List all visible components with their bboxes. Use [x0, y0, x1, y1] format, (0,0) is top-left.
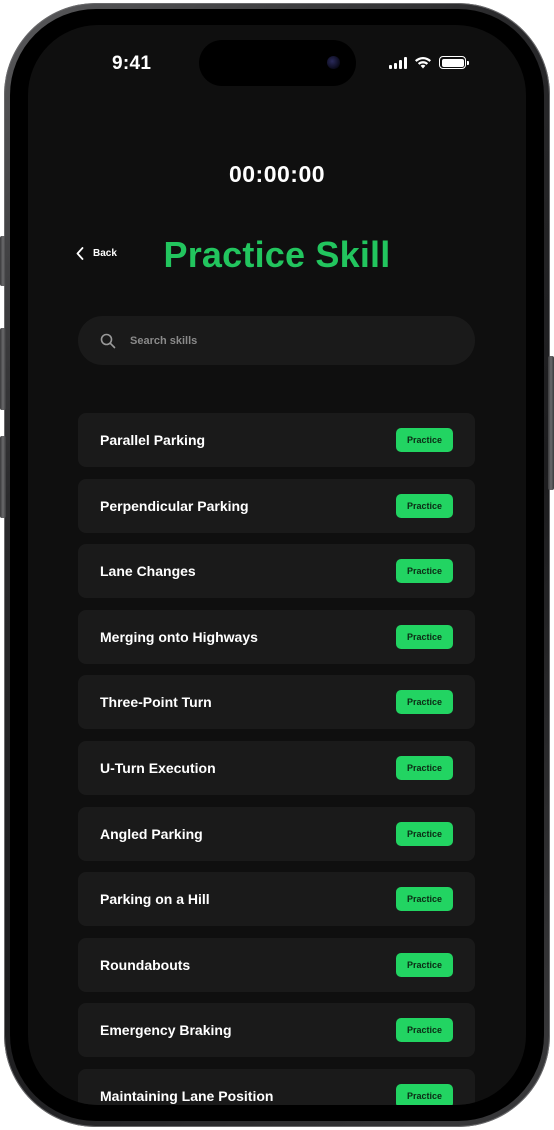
- skill-item: Lane Changes Practice: [78, 544, 475, 599]
- search-bar[interactable]: [78, 316, 475, 365]
- search-icon: [100, 333, 116, 348]
- action-button: [0, 236, 6, 286]
- volume-up-button: [0, 328, 6, 410]
- practice-button[interactable]: Practice: [396, 690, 453, 715]
- practice-button[interactable]: Practice: [396, 624, 453, 649]
- battery-icon: [439, 56, 469, 69]
- practice-button[interactable]: Practice: [396, 428, 453, 452]
- volume-down-button: [0, 436, 6, 518]
- skill-name: Emergency Braking: [100, 1022, 232, 1039]
- practice-button[interactable]: Practice: [396, 755, 453, 780]
- skill-name: Roundabouts: [100, 956, 191, 973]
- skill-item: Roundabouts Practice: [78, 937, 475, 992]
- skill-item: Perpendicular Parking Practice: [78, 478, 475, 533]
- wifi-icon: [415, 57, 431, 69]
- skill-name: Maintaining Lane Position: [100, 1087, 274, 1104]
- session-timer: 00:00:00: [228, 161, 326, 187]
- skill-item: Angled Parking Practice: [78, 806, 475, 861]
- skill-item: Emergency Braking Practice: [78, 1003, 475, 1058]
- practice-button[interactable]: Practice: [396, 559, 453, 584]
- practice-button[interactable]: Practice: [396, 821, 453, 846]
- practice-button[interactable]: Practice: [396, 1083, 453, 1105]
- skill-name: Parallel Parking: [100, 432, 206, 448]
- skill-item: Merging onto Highways Practice: [78, 609, 475, 664]
- skill-name: Three-Point Turn: [100, 694, 212, 711]
- search-input[interactable]: [130, 334, 430, 347]
- front-camera-icon: [327, 56, 340, 69]
- practice-button[interactable]: Practice: [396, 887, 453, 912]
- power-button: [548, 356, 554, 490]
- skill-name: Perpendicular Parking: [100, 497, 249, 514]
- skill-name: Angled Parking: [100, 825, 203, 842]
- status-icons: [389, 56, 469, 69]
- skill-item: Parking on a Hill Practice: [78, 872, 475, 927]
- skill-list: Parallel Parking Practice Perpendicular …: [78, 413, 475, 1105]
- practice-button[interactable]: Practice: [396, 493, 453, 518]
- dynamic-island: [199, 40, 356, 86]
- skill-item: Three-Point Turn Practice: [78, 675, 475, 730]
- status-time: 9:41: [112, 53, 152, 74]
- page-title: Practice Skill: [163, 234, 391, 275]
- practice-button[interactable]: Practice: [396, 952, 453, 977]
- skill-item: Maintaining Lane Position Practice: [78, 1068, 475, 1105]
- screen: 9:41 00:00:00 Back Practice Skill Search…: [28, 25, 526, 1105]
- cellular-signal-icon: [389, 56, 407, 69]
- skill-item: Parallel Parking Practice: [78, 413, 475, 467]
- skill-name: Parking on a Hill: [100, 891, 210, 908]
- skill-name: U-Turn Execution: [100, 759, 216, 776]
- practice-button[interactable]: Practice: [396, 1018, 453, 1043]
- skill-name: Lane Changes: [100, 563, 196, 580]
- skill-name: Merging onto Highways: [100, 628, 258, 645]
- skill-item: U-Turn Execution Practice: [78, 740, 475, 795]
